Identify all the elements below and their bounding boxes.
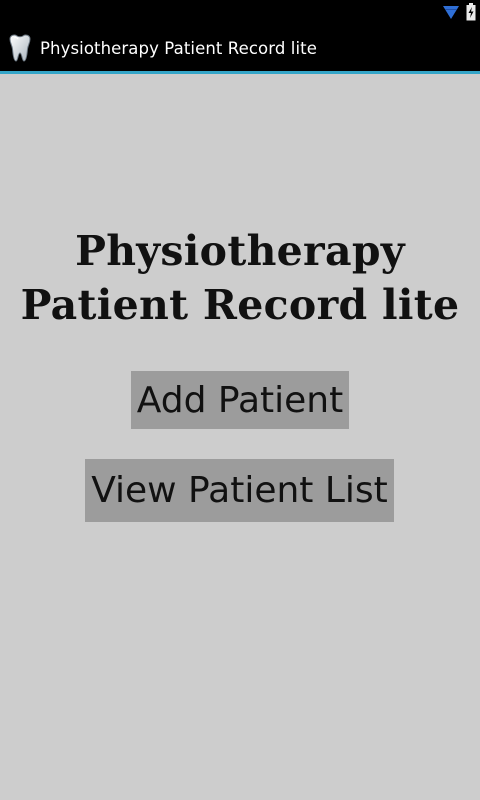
battery-charging-icon xyxy=(466,3,476,25)
app-title: Physiotherapy Patient Record lite xyxy=(40,38,317,58)
page-heading: Physiotherapy Patient Record lite xyxy=(0,224,480,332)
wifi-icon xyxy=(442,4,460,24)
action-bar: Physiotherapy Patient Record lite xyxy=(0,25,480,71)
status-icons xyxy=(442,3,476,25)
add-patient-button[interactable]: Add Patient xyxy=(131,371,349,429)
heading-line-2: Patient Record lite xyxy=(20,281,460,329)
main-content: Physiotherapy Patient Record lite Add Pa… xyxy=(0,74,480,800)
tooth-icon xyxy=(6,33,34,63)
status-bar xyxy=(0,0,480,25)
heading-line-1: Physiotherapy xyxy=(75,227,405,275)
view-patient-list-button[interactable]: View Patient List xyxy=(85,459,394,522)
